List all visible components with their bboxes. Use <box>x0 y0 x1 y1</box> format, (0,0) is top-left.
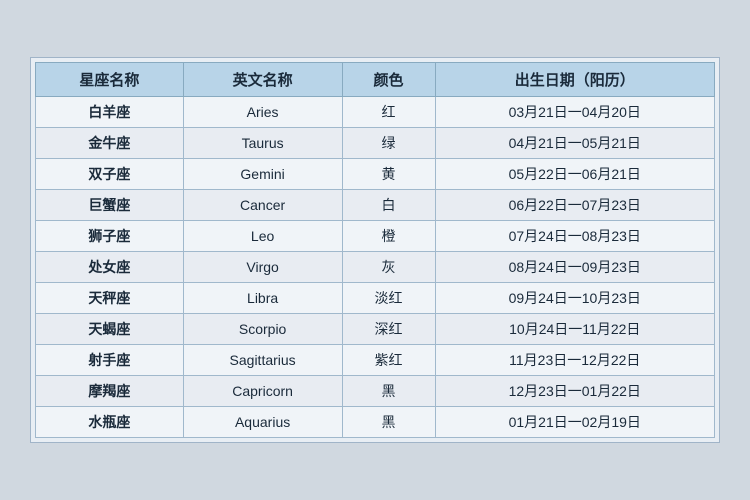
cell-dates: 06月22日一07月23日 <box>435 190 714 221</box>
table-row: 射手座Sagittarius紫红11月23日一12月22日 <box>36 345 715 376</box>
cell-dates: 08月24日一09月23日 <box>435 252 714 283</box>
cell-dates: 09月24日一10月23日 <box>435 283 714 314</box>
cell-color: 黑 <box>342 376 435 407</box>
cell-chinese: 天蝎座 <box>36 314 184 345</box>
cell-color: 白 <box>342 190 435 221</box>
cell-chinese: 处女座 <box>36 252 184 283</box>
cell-dates: 07月24日一08月23日 <box>435 221 714 252</box>
cell-color: 黑 <box>342 407 435 438</box>
cell-chinese: 水瓶座 <box>36 407 184 438</box>
cell-english: Aquarius <box>183 407 342 438</box>
cell-color: 紫红 <box>342 345 435 376</box>
cell-english: Scorpio <box>183 314 342 345</box>
cell-dates: 10月24日一11月22日 <box>435 314 714 345</box>
table-row: 金牛座Taurus绿04月21日一05月21日 <box>36 128 715 159</box>
cell-chinese: 天秤座 <box>36 283 184 314</box>
table-row: 水瓶座Aquarius黑01月21日一02月19日 <box>36 407 715 438</box>
cell-english: Capricorn <box>183 376 342 407</box>
cell-dates: 12月23日一01月22日 <box>435 376 714 407</box>
cell-color: 黄 <box>342 159 435 190</box>
cell-color: 淡红 <box>342 283 435 314</box>
cell-dates: 03月21日一04月20日 <box>435 97 714 128</box>
table-header-row: 星座名称 英文名称 颜色 出生日期（阳历） <box>36 63 715 97</box>
cell-english: Taurus <box>183 128 342 159</box>
table-row: 摩羯座Capricorn黑12月23日一01月22日 <box>36 376 715 407</box>
col-header-color: 颜色 <box>342 63 435 97</box>
cell-english: Libra <box>183 283 342 314</box>
cell-chinese: 双子座 <box>36 159 184 190</box>
cell-dates: 05月22日一06月21日 <box>435 159 714 190</box>
table-row: 巨蟹座Cancer白06月22日一07月23日 <box>36 190 715 221</box>
cell-english: Aries <box>183 97 342 128</box>
cell-english: Leo <box>183 221 342 252</box>
cell-chinese: 射手座 <box>36 345 184 376</box>
col-header-english: 英文名称 <box>183 63 342 97</box>
cell-color: 灰 <box>342 252 435 283</box>
cell-chinese: 摩羯座 <box>36 376 184 407</box>
table-row: 处女座Virgo灰08月24日一09月23日 <box>36 252 715 283</box>
cell-english: Cancer <box>183 190 342 221</box>
cell-color: 红 <box>342 97 435 128</box>
cell-chinese: 巨蟹座 <box>36 190 184 221</box>
zodiac-table: 星座名称 英文名称 颜色 出生日期（阳历） 白羊座Aries红03月21日一04… <box>35 62 715 438</box>
zodiac-table-container: 星座名称 英文名称 颜色 出生日期（阳历） 白羊座Aries红03月21日一04… <box>30 57 720 443</box>
cell-color: 橙 <box>342 221 435 252</box>
cell-chinese: 白羊座 <box>36 97 184 128</box>
cell-dates: 11月23日一12月22日 <box>435 345 714 376</box>
cell-dates: 04月21日一05月21日 <box>435 128 714 159</box>
cell-english: Gemini <box>183 159 342 190</box>
table-row: 白羊座Aries红03月21日一04月20日 <box>36 97 715 128</box>
col-header-dates: 出生日期（阳历） <box>435 63 714 97</box>
cell-chinese: 狮子座 <box>36 221 184 252</box>
cell-chinese: 金牛座 <box>36 128 184 159</box>
cell-english: Sagittarius <box>183 345 342 376</box>
cell-color: 绿 <box>342 128 435 159</box>
table-row: 天蝎座Scorpio深红10月24日一11月22日 <box>36 314 715 345</box>
cell-color: 深红 <box>342 314 435 345</box>
cell-english: Virgo <box>183 252 342 283</box>
table-row: 天秤座Libra淡红09月24日一10月23日 <box>36 283 715 314</box>
col-header-chinese: 星座名称 <box>36 63 184 97</box>
cell-dates: 01月21日一02月19日 <box>435 407 714 438</box>
table-row: 狮子座Leo橙07月24日一08月23日 <box>36 221 715 252</box>
table-row: 双子座Gemini黄05月22日一06月21日 <box>36 159 715 190</box>
